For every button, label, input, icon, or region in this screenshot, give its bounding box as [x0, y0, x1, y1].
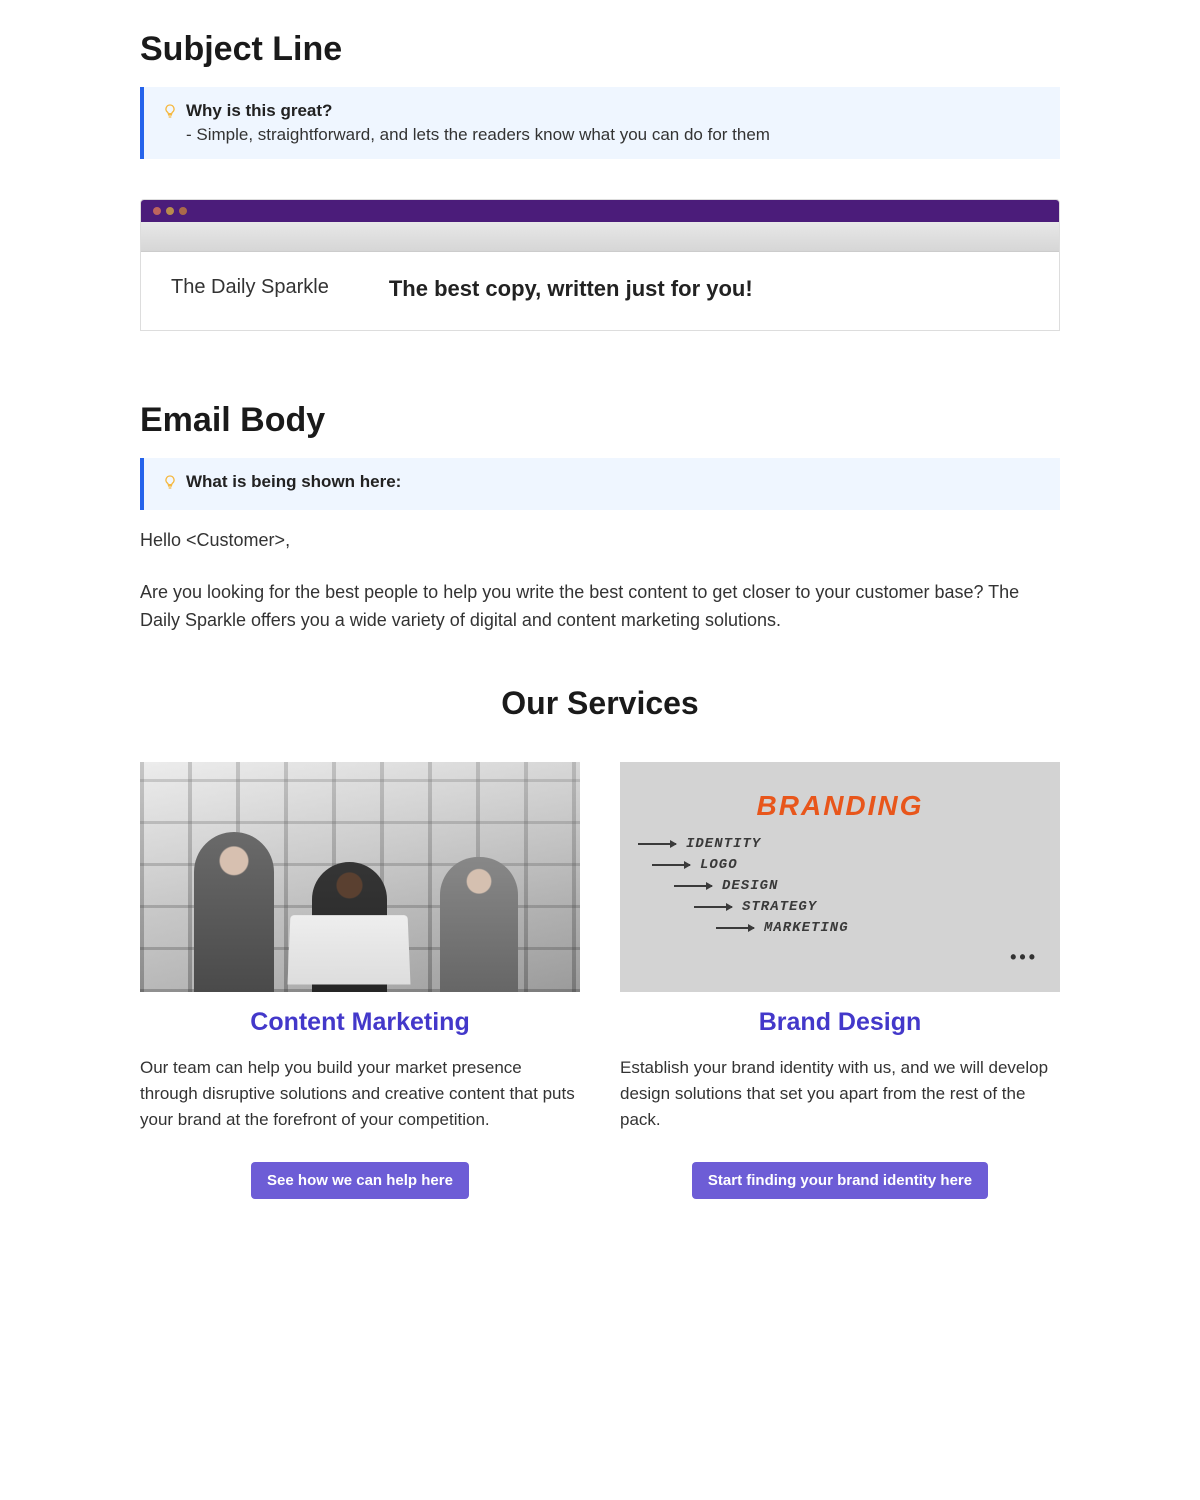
- cta-content-marketing[interactable]: See how we can help here: [251, 1162, 469, 1199]
- browser-titlebar: [141, 200, 1059, 222]
- branding-item: DESIGN: [722, 878, 778, 894]
- browser-toolbar: [141, 222, 1059, 252]
- service-brand-design: BRANDING IDENTITY LOGO DESIGN STRATEGY M…: [620, 762, 1060, 1199]
- window-maximize-dot: [179, 207, 187, 215]
- body-callout-title: What is being shown here:: [186, 472, 401, 492]
- services-grid: Content Marketing Our team can help you …: [140, 762, 1060, 1199]
- body-heading: Email Body: [140, 401, 1060, 440]
- email-sender: The Daily Sparkle: [171, 276, 329, 302]
- lightbulb-icon: [162, 474, 178, 490]
- lightbulb-icon: [162, 103, 178, 119]
- branding-item: MARKETING: [764, 920, 849, 936]
- service-title-content-marketing[interactable]: Content Marketing: [140, 1008, 580, 1037]
- service-desc-brand-design: Establish your brand identity with us, a…: [620, 1055, 1060, 1134]
- email-greeting: Hello <Customer>,: [140, 530, 1060, 551]
- service-title-brand-design[interactable]: Brand Design: [620, 1008, 1060, 1037]
- service-image-branding: BRANDING IDENTITY LOGO DESIGN STRATEGY M…: [620, 762, 1060, 992]
- email-subject-text: The best copy, written just for you!: [389, 276, 753, 302]
- branding-item: STRATEGY: [742, 899, 817, 915]
- branding-item: IDENTITY: [686, 836, 761, 852]
- browser-preview: The Daily Sparkle The best copy, written…: [140, 199, 1060, 331]
- subject-heading: Subject Line: [140, 30, 1060, 69]
- branding-image-heading: BRANDING: [638, 790, 1042, 822]
- service-image-people: [140, 762, 580, 992]
- subject-callout: Why is this great? - Simple, straightfor…: [140, 87, 1060, 159]
- ellipsis-icon: •••: [1010, 947, 1038, 968]
- email-intro: Are you looking for the best people to h…: [140, 579, 1060, 635]
- subject-callout-title: Why is this great?: [186, 101, 332, 121]
- email-subject-row: The Daily Sparkle The best copy, written…: [141, 252, 1059, 330]
- service-desc-content-marketing: Our team can help you build your market …: [140, 1055, 580, 1134]
- cta-brand-design[interactable]: Start finding your brand identity here: [692, 1162, 988, 1199]
- subject-callout-body: - Simple, straightforward, and lets the …: [186, 125, 1042, 145]
- window-close-dot: [153, 207, 161, 215]
- body-callout: What is being shown here:: [140, 458, 1060, 510]
- branding-image-list: IDENTITY LOGO DESIGN STRATEGY MARKETING: [638, 836, 1042, 936]
- service-content-marketing: Content Marketing Our team can help you …: [140, 762, 580, 1199]
- branding-item: LOGO: [700, 857, 738, 873]
- services-heading: Our Services: [140, 685, 1060, 722]
- window-minimize-dot: [166, 207, 174, 215]
